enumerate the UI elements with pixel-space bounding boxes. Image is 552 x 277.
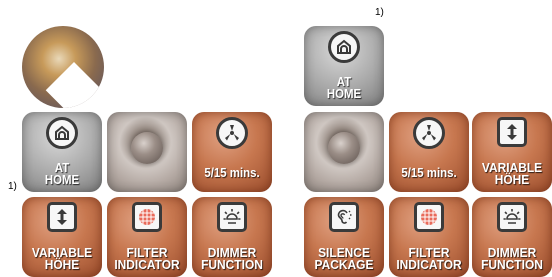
right-filter-indicator-tile[interactable]: FILTER INDICATOR bbox=[389, 197, 469, 277]
right-timer-label: 5/15 mins. bbox=[401, 165, 457, 180]
left-at-home-tile[interactable]: AT HOME bbox=[22, 112, 102, 192]
right-variable-hoehe-tile[interactable]: VARIABLE HÖHE bbox=[472, 112, 552, 192]
left-filter-indicator-label: FILTER INDICATOR bbox=[114, 245, 180, 272]
dimmer-icon bbox=[497, 202, 527, 232]
left-filter-indicator-tile[interactable]: FILTER INDICATOR bbox=[107, 197, 187, 277]
left-variable-hoehe-tile[interactable]: VARIABLE HÖHE bbox=[22, 197, 102, 277]
product-photo bbox=[22, 26, 104, 108]
right-filter-indicator-label: FILTER INDICATOR bbox=[396, 245, 462, 272]
left-timer-tile[interactable]: 5/15 mins. bbox=[192, 112, 272, 192]
footnote-left: 1) bbox=[8, 181, 17, 192]
right-variable-hoehe-label: VARIABLE HÖHE bbox=[481, 160, 543, 187]
right-timer-tile[interactable]: 5/15 mins. bbox=[389, 112, 469, 192]
right-knob-photo-tile bbox=[304, 112, 384, 192]
footnote-right: 1) bbox=[375, 7, 384, 18]
left-dimmer-function-label: DIMMER FUNCTION bbox=[201, 245, 263, 272]
filter-icon bbox=[414, 202, 444, 232]
left-dimmer-function-tile[interactable]: DIMMER FUNCTION bbox=[192, 197, 272, 277]
right-silence-package-tile[interactable]: SILENCE PACKAGE bbox=[304, 197, 384, 277]
filter-icon bbox=[132, 202, 162, 232]
up-down-arrow-icon bbox=[47, 202, 77, 232]
home-icon bbox=[46, 117, 78, 149]
right-at-home-tile[interactable]: AT HOME bbox=[304, 26, 384, 106]
fan-icon bbox=[216, 117, 248, 149]
right-at-home-label: AT HOME bbox=[326, 74, 362, 101]
dimmer-icon bbox=[217, 202, 247, 232]
knob-photo-icon bbox=[328, 132, 360, 164]
left-at-home-label: AT HOME bbox=[44, 160, 80, 187]
right-dimmer-function-label: DIMMER FUNCTION bbox=[481, 245, 543, 272]
up-down-arrow-icon bbox=[497, 117, 527, 147]
right-silence-package-label: SILENCE PACKAGE bbox=[314, 245, 374, 272]
knob-photo-icon bbox=[131, 132, 163, 164]
right-dimmer-function-tile[interactable]: DIMMER FUNCTION bbox=[472, 197, 552, 277]
ear-icon bbox=[329, 202, 359, 232]
home-icon bbox=[328, 31, 360, 63]
left-knob-photo-tile bbox=[107, 112, 187, 192]
left-variable-hoehe-label: VARIABLE HÖHE bbox=[31, 245, 93, 272]
left-timer-label: 5/15 mins. bbox=[204, 165, 260, 180]
fan-icon bbox=[413, 117, 445, 149]
